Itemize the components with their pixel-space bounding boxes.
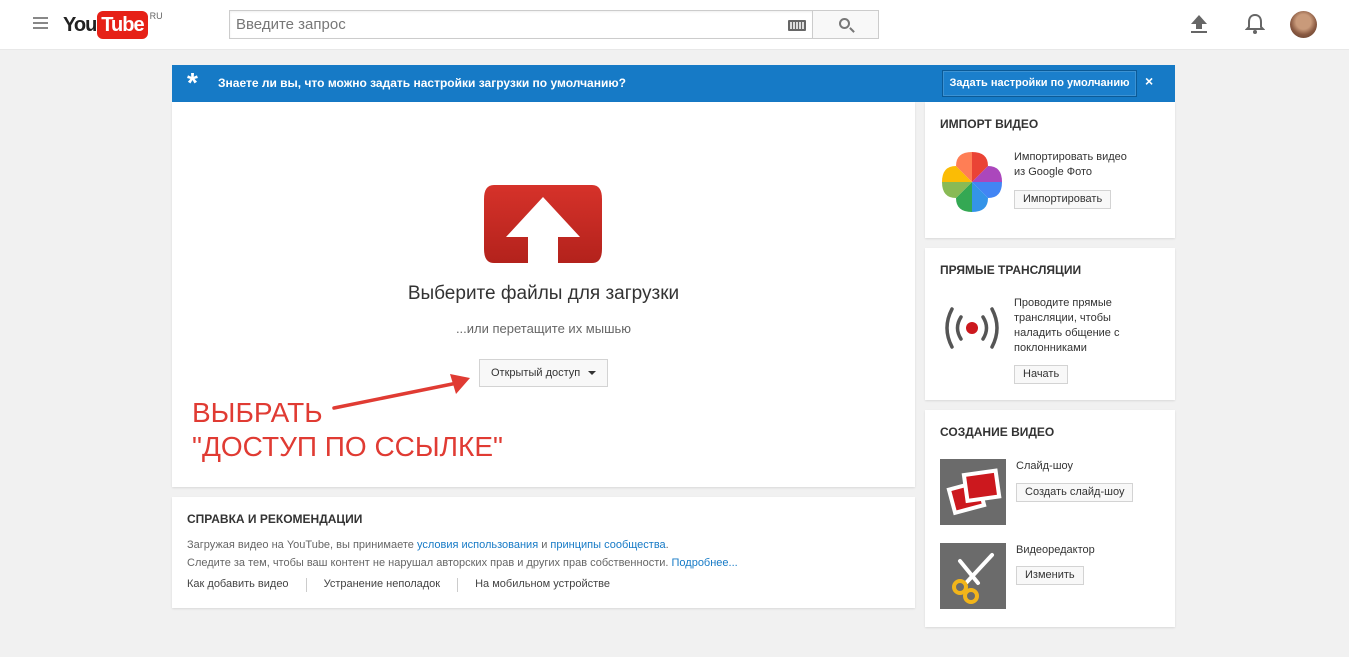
live-description: Проводите прямые трансляции, чтобы налад…: [1014, 296, 1119, 356]
mobile-upload-link[interactable]: На мобильном устройстве: [475, 578, 610, 592]
learn-more-link[interactable]: Подробнее...: [672, 557, 738, 569]
help-title: СПРАВКА И РЕКОМЕНДАЦИИ: [187, 512, 363, 526]
import-button[interactable]: Импортировать: [1014, 190, 1112, 209]
drag-drop-hint: ...или перетащите их мышью: [455, 321, 632, 336]
video-editor-label: Видеоредактор: [1016, 544, 1095, 556]
create-video-card: СОЗДАНИЕ ВИДЕО Слайд-шоу Создать слайд-ш…: [925, 410, 1175, 627]
search-icon: [839, 18, 850, 29]
search-input[interactable]: [230, 11, 770, 38]
live-title: ПРЯМЫЕ ТРАНСЛЯЦИИ: [940, 263, 1082, 277]
google-photos-icon: [942, 152, 1002, 212]
upload-icon[interactable]: [1190, 14, 1208, 34]
create-title: СОЗДАНИЕ ВИДЕО: [940, 425, 1055, 439]
scissors-icon: [952, 553, 994, 604]
import-title: ИМПОРТ ВИДЕО: [940, 117, 1039, 131]
import-description: Импортировать видео из Google Фото: [1014, 150, 1127, 180]
create-slideshow-button[interactable]: Создать слайд-шоу: [1016, 483, 1134, 502]
caret-down-icon: [588, 371, 596, 375]
live-text-line-3: наладить общение с: [1014, 327, 1120, 339]
import-video-card: ИМПОРТ ВИДЕО Импортировать видео из Goog…: [925, 102, 1175, 238]
keyboard-icon[interactable]: [788, 20, 806, 31]
avatar[interactable]: [1290, 11, 1317, 38]
slideshow-thumbnail[interactable]: [940, 459, 1006, 525]
privacy-dropdown[interactable]: Открытый доступ: [479, 359, 608, 387]
privacy-selected-label: Открытый доступ: [491, 367, 581, 379]
notifications-bell-icon[interactable]: [1245, 13, 1265, 35]
close-icon[interactable]: ×: [1145, 73, 1153, 89]
import-text-line-1: Импортировать видео: [1014, 151, 1127, 163]
live-broadcast-icon: [945, 307, 999, 349]
logo-you-text: You: [63, 14, 97, 36]
guide-menu-icon[interactable]: [33, 17, 48, 31]
upload-arrow-icon[interactable]: [484, 185, 602, 263]
search-button[interactable]: [812, 10, 879, 39]
import-text-line-2: из Google Фото: [1014, 166, 1093, 178]
copyright-line: Следите за тем, чтобы ваш контент не нар…: [187, 557, 738, 569]
terms-line: Загружая видео на YouTube, вы принимаете…: [187, 539, 669, 551]
how-to-upload-link[interactable]: Как добавить видео: [187, 578, 289, 592]
slideshow-icon: [946, 468, 1002, 516]
annotation-line-1: ВЫБРАТЬ: [192, 397, 323, 428]
masthead: You Tube RU: [0, 0, 1349, 50]
divider: [305, 578, 307, 592]
copyright-text: Следите за тем, чтобы ваш контент не нар…: [187, 557, 672, 569]
live-streaming-card: ПРЯМЫЕ ТРАНСЛЯЦИИ Проводите прямые транс…: [925, 248, 1175, 400]
edit-video-button[interactable]: Изменить: [1016, 566, 1084, 585]
star-icon: *: [187, 67, 198, 98]
upload-card: Выберите файлы для загрузки ...или перет…: [172, 102, 915, 487]
slideshow-label: Слайд-шоу: [1016, 460, 1074, 472]
help-card: СПРАВКА И РЕКОМЕНДАЦИИ Загружая видео на…: [172, 497, 915, 608]
logo-tube-text: Tube: [97, 11, 148, 39]
annotation-text: ВЫБРАТЬ "ДОСТУП ПО ССЫЛКЕ": [192, 396, 503, 464]
select-files-title: Выберите файлы для загрузки: [407, 283, 680, 304]
logo-region: RU: [149, 11, 163, 21]
set-defaults-button[interactable]: Задать настройки по умолчанию: [942, 70, 1137, 97]
live-text-line-1: Проводите прямые: [1014, 297, 1112, 309]
start-live-button[interactable]: Начать: [1014, 365, 1069, 384]
terms-mid: и: [538, 539, 551, 551]
live-text-line-2: трансляции, чтобы: [1014, 312, 1111, 324]
annotation-line-2: "ДОСТУП ПО ССЫЛКЕ": [192, 431, 503, 462]
help-links: Как добавить видео Устранение неполадок …: [187, 578, 610, 592]
terms-prefix: Загружая видео на YouTube, вы принимаете: [187, 539, 417, 551]
terms-suffix: .: [665, 539, 669, 551]
divider: [457, 578, 459, 592]
community-guidelines-link[interactable]: принципы сообщества: [550, 539, 665, 551]
terms-of-service-link[interactable]: условия использования: [417, 539, 538, 551]
search-box: [229, 10, 813, 39]
live-text-line-4: поклонниками: [1014, 342, 1087, 354]
video-editor-thumbnail[interactable]: [940, 543, 1006, 609]
troubleshooting-link[interactable]: Устранение неполадок: [324, 578, 441, 592]
youtube-logo[interactable]: You Tube RU: [63, 11, 163, 39]
banner-text: Знаете ли вы, что можно задать настройки…: [218, 76, 626, 90]
upload-defaults-banner: * Знаете ли вы, что можно задать настрой…: [172, 65, 1175, 102]
